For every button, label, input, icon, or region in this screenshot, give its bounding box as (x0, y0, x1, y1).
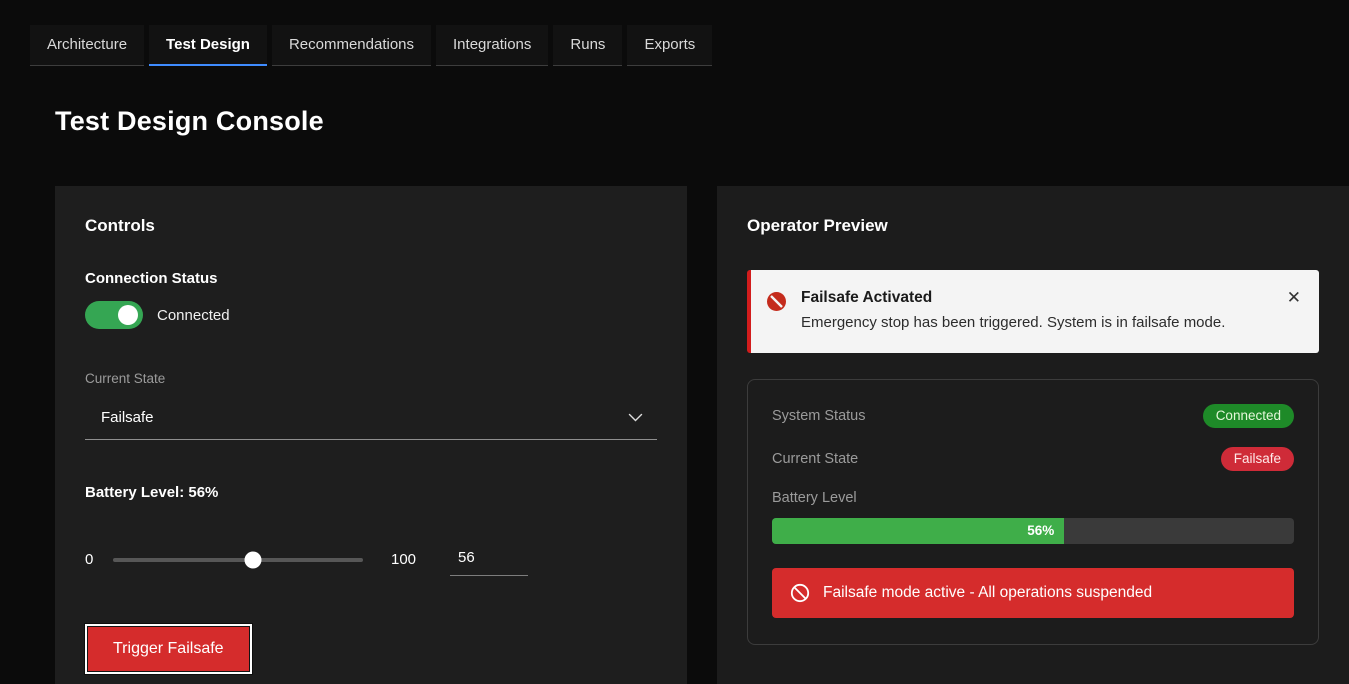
battery-slider-row: 0 100 (85, 543, 657, 576)
slider-min-label: 0 (85, 551, 94, 568)
connection-toggle[interactable] (85, 301, 143, 329)
tab-runs[interactable]: Runs (553, 25, 623, 66)
prohibition-icon (790, 583, 810, 603)
battery-slider[interactable] (113, 551, 363, 568)
slider-max-label: 100 (391, 551, 417, 568)
alert-body: Failsafe Activated Emergency stop has be… (801, 289, 1225, 334)
banner-text: Failsafe mode active - All operations su… (823, 583, 1153, 601)
operator-preview-panel: Operator Preview Failsafe Activated Emer… (717, 186, 1349, 684)
controls-panel: Controls Connection Status Connected Cur… (55, 186, 687, 684)
system-status-row: System Status Connected (772, 403, 1294, 428)
battery-progress-bar: 56% (772, 517, 1294, 544)
tab-integrations[interactable]: Integrations (436, 25, 549, 66)
main-panels: Controls Connection Status Connected Cur… (55, 186, 1349, 684)
failsafe-banner: Failsafe mode active - All operations su… (772, 567, 1294, 618)
alert-close-icon[interactable]: ✕ (1287, 289, 1301, 306)
battery-value-input[interactable] (450, 543, 529, 576)
connection-toggle-row: Connected (85, 301, 657, 329)
connection-status-label: Connection Status (85, 270, 218, 287)
controls-heading: Controls (85, 216, 155, 235)
failsafe-alert: Failsafe Activated Emergency stop has be… (747, 270, 1319, 353)
current-state-select[interactable]: Failsafe (85, 400, 657, 440)
toggle-state-label: Connected (157, 306, 230, 324)
tab-architecture[interactable]: Architecture (30, 25, 145, 66)
chevron-down-icon (628, 413, 643, 422)
tab-recommendations[interactable]: Recommendations (271, 25, 432, 66)
battery-progress-fill: 56% (772, 517, 1065, 544)
operator-preview-heading: Operator Preview (747, 216, 888, 235)
tab-test-design[interactable]: Test Design (149, 25, 267, 66)
current-state-row: Current State Failsafe (772, 446, 1294, 471)
current-state-value: Failsafe (101, 409, 154, 426)
alert-title: Failsafe Activated (801, 289, 933, 306)
current-state-badge: Failsafe (1220, 446, 1294, 471)
toggle-knob (118, 305, 138, 325)
blocked-circle-icon (766, 291, 787, 334)
slider-thumb[interactable] (244, 551, 262, 568)
page-title: Test Design Console (55, 106, 324, 136)
current-state-status-label: Current State (772, 450, 859, 467)
status-card: System Status Connected Current State Fa… (747, 378, 1319, 645)
trigger-failsafe-button[interactable]: Trigger Failsafe (85, 624, 252, 674)
battery-level-label: Battery Level: 56% (85, 484, 219, 501)
system-status-badge: Connected (1202, 403, 1294, 428)
alert-message: Emergency stop has been triggered. Syste… (801, 314, 1226, 331)
tab-exports[interactable]: Exports (627, 25, 713, 66)
current-state-label: Current State (85, 371, 166, 386)
system-status-label: System Status (772, 407, 866, 424)
battery-level-status-label: Battery Level (772, 489, 857, 506)
tab-bar: Architecture Test Design Recommendations… (0, 0, 1349, 66)
